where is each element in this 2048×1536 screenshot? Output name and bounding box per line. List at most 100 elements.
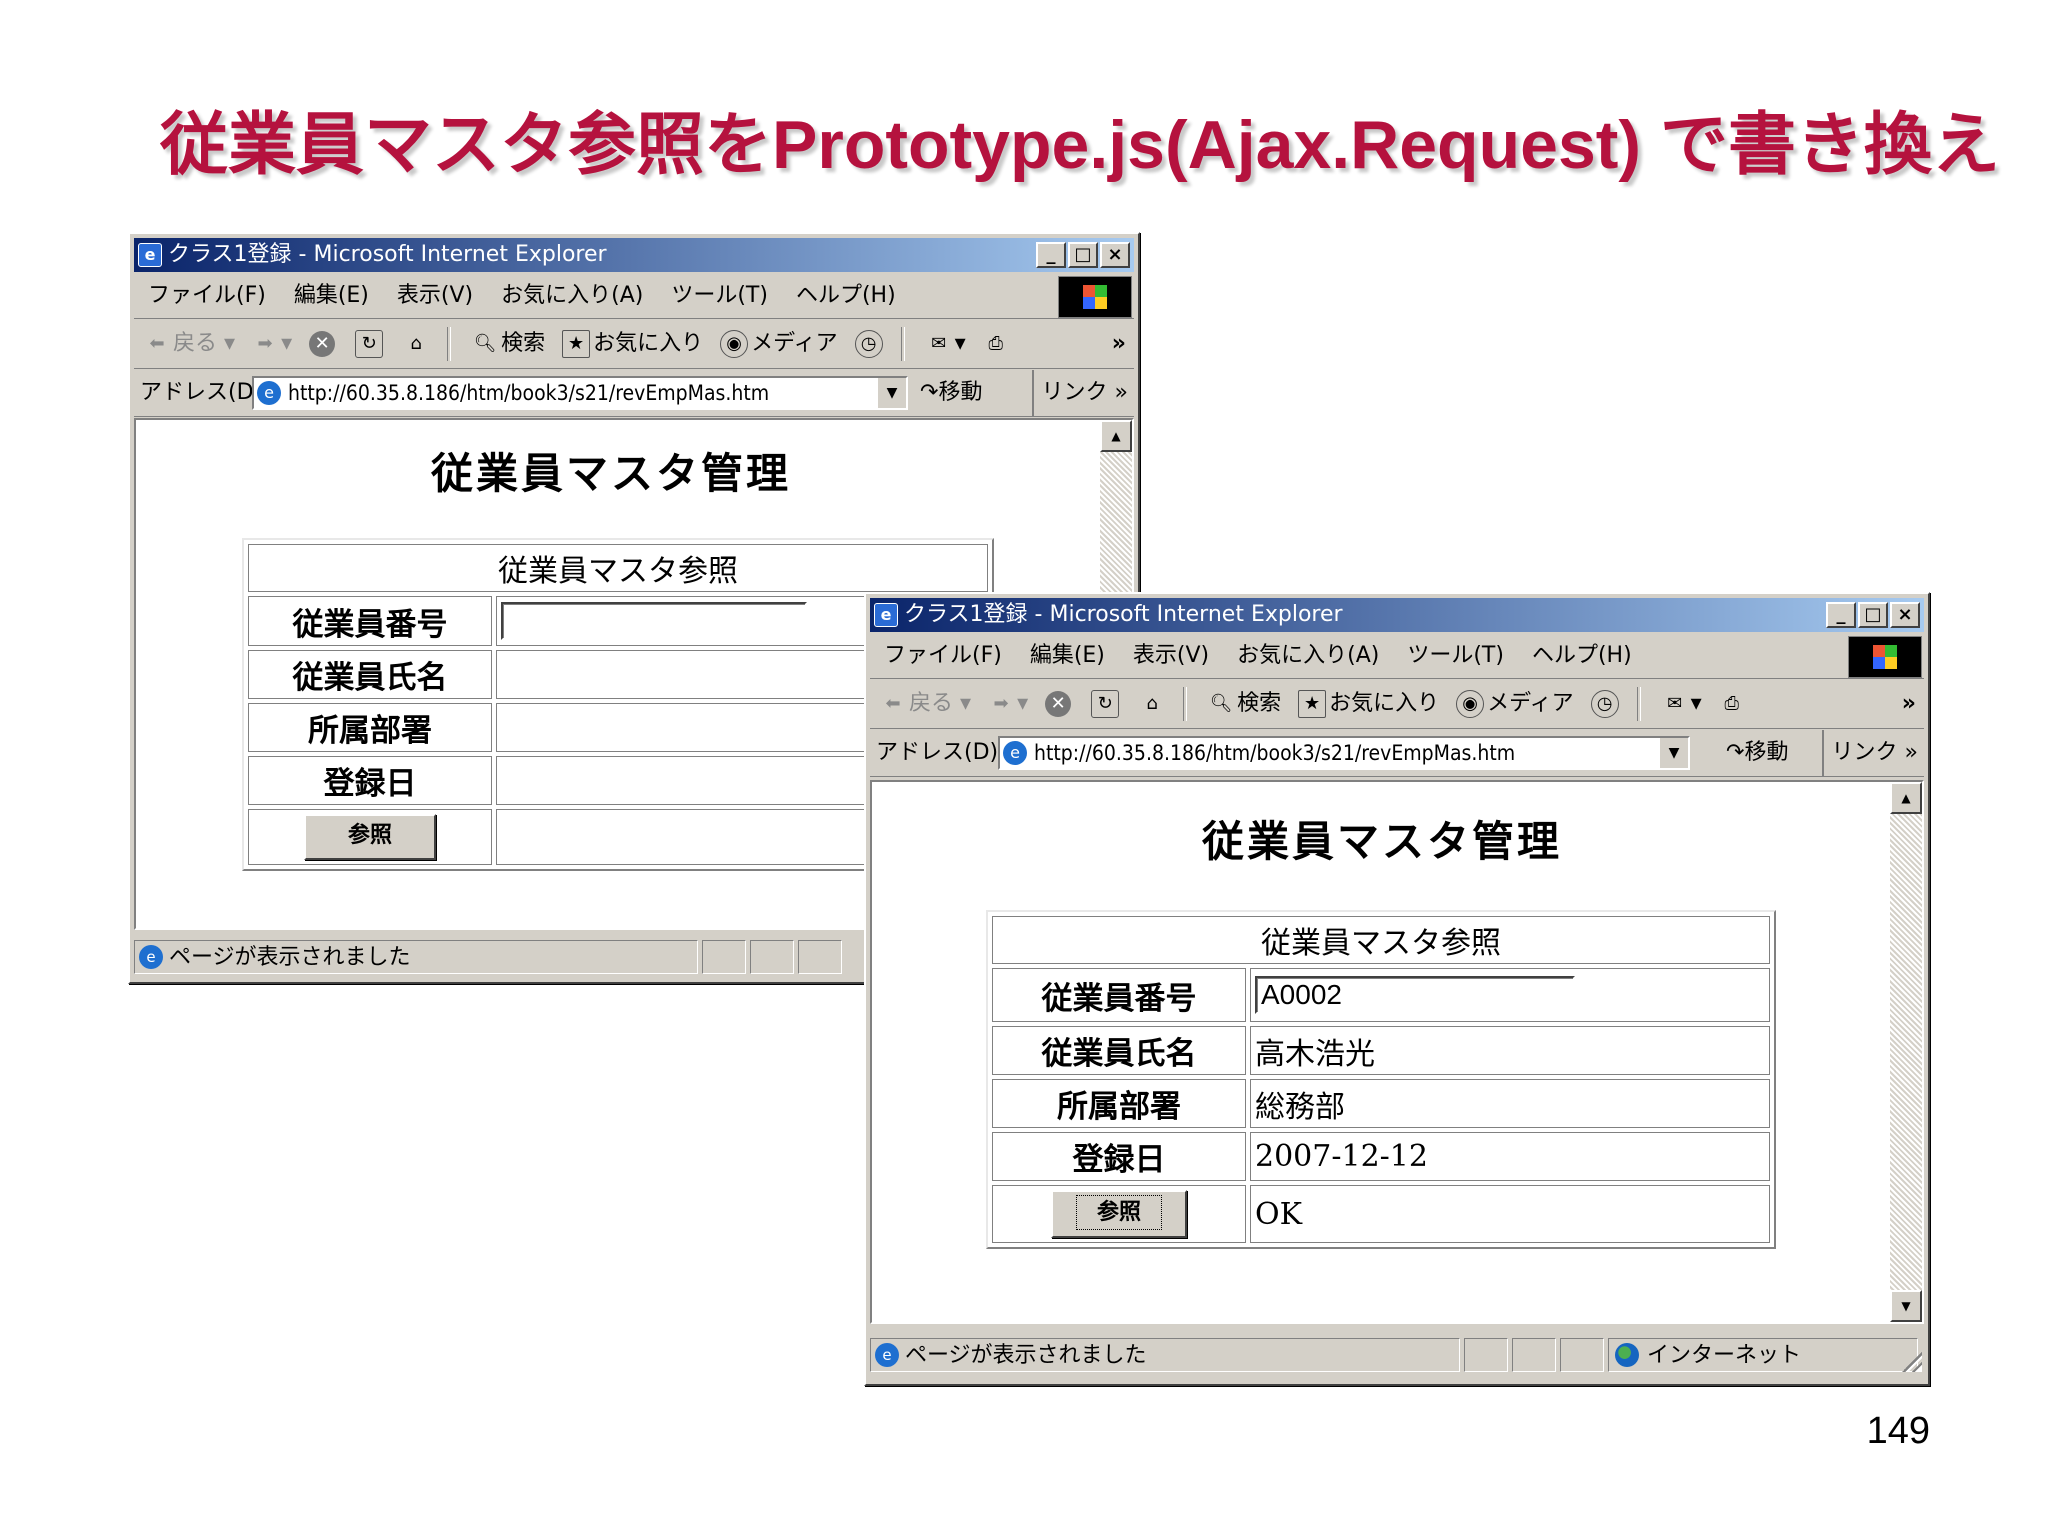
menu-tools[interactable]: ツール(T) — [671, 274, 768, 318]
reference-button[interactable]: 参照 — [304, 814, 436, 860]
window-controls: _ □ × — [1034, 242, 1130, 270]
mail-button[interactable]: ✉ ▾ — [926, 320, 966, 368]
search-button[interactable]: 🔍︎ 検索 — [472, 320, 545, 368]
links-button[interactable]: リンク » — [1031, 370, 1128, 416]
toolbar-more-chevron[interactable]: » — [1902, 680, 1916, 728]
menu-help[interactable]: ヘルプ(H) — [1532, 634, 1632, 678]
button-cell: 参照 — [992, 1185, 1246, 1243]
print-button[interactable]: ⎙ — [1719, 680, 1748, 728]
windows-logo-icon — [1058, 276, 1132, 318]
minimize-button[interactable]: _ — [1826, 602, 1856, 628]
reference-button[interactable]: 参照 — [1051, 1190, 1187, 1238]
employee-table: 従業員マスタ参照 従業員番号 A0002 従業員氏名 高木浩光 所属部署 総務部… — [986, 910, 1776, 1249]
status-text: ページが表示されました — [905, 1343, 1147, 1368]
favorites-button[interactable]: ★ お気に入り — [1298, 680, 1439, 728]
address-url: http://60.35.8.186/htm/book3/s21/revEmpM… — [1034, 741, 1516, 765]
resize-grip-icon[interactable] — [1902, 1352, 1922, 1372]
status-text-panel: e ページが表示されました — [134, 940, 698, 974]
history-button[interactable]: ◷ — [1590, 680, 1622, 728]
globe-icon — [1615, 1343, 1639, 1367]
maximize-button[interactable]: □ — [1858, 602, 1888, 628]
window-title: クラス1登録 - Microsoft Internet Explorer — [904, 602, 1343, 627]
scroll-up-icon[interactable]: ▲ — [1890, 782, 1922, 814]
toolbar-separator — [1636, 687, 1641, 721]
menu-view[interactable]: 表示(V) — [397, 274, 473, 318]
address-dropdown-icon[interactable]: ▼ — [1658, 738, 1688, 768]
label-employee-number: 従業員番号 — [992, 968, 1246, 1022]
menu-file[interactable]: ファイル(F) — [884, 634, 1002, 678]
forward-button[interactable]: ➡ ▾ — [252, 320, 293, 368]
home-icon: ⌂ — [410, 333, 422, 354]
back-button[interactable]: ⬅ 戻る ▾ — [880, 680, 971, 728]
page-icon: e — [257, 381, 281, 405]
employee-number-input[interactable] — [501, 602, 807, 640]
maximize-button[interactable]: □ — [1068, 242, 1098, 268]
favorites-button[interactable]: ★ お気に入り — [562, 320, 703, 368]
page-heading: 従業員マスタ管理 — [1201, 817, 1562, 866]
stop-icon: ✕ — [1045, 691, 1072, 717]
title-bar[interactable]: e クラス1登録 - Microsoft Internet Explorer _… — [870, 598, 1924, 632]
refresh-button[interactable]: ↻ — [355, 320, 386, 368]
vertical-scrollbar[interactable]: ▲ ▼ — [1890, 782, 1922, 1322]
search-icon: 🔍︎ — [473, 333, 497, 354]
page-heading: 従業員マスタ管理 — [430, 449, 791, 498]
go-button[interactable]: ↷移動 — [1726, 730, 1788, 776]
label-employee-name: 従業員氏名 — [248, 650, 492, 699]
address-input[interactable]: e http://60.35.8.186/htm/book3/s21/revEm… — [252, 376, 908, 410]
scroll-down-icon[interactable]: ▼ — [1890, 1290, 1922, 1322]
search-button[interactable]: 🔍︎ 検索 — [1208, 680, 1281, 728]
address-label: アドレス(D) — [140, 380, 263, 405]
history-icon: ◷ — [854, 330, 883, 358]
address-dropdown-icon[interactable]: ▼ — [876, 378, 906, 408]
forward-arrow-icon: ➡ — [257, 333, 273, 354]
label-registration-date: 登録日 — [248, 756, 492, 805]
employee-name-value: 高木浩光 — [1250, 1026, 1770, 1075]
status-panel — [1560, 1338, 1604, 1372]
toolbar-separator — [447, 327, 452, 361]
address-bar: アドレス(D) e http://60.35.8.186/htm/book3/s… — [134, 370, 1134, 417]
media-button[interactable]: ◉ メディア — [1456, 680, 1574, 728]
home-icon: ⌂ — [1146, 693, 1158, 714]
employee-number-input[interactable]: A0002 — [1255, 976, 1575, 1014]
print-button[interactable]: ⎙ — [983, 320, 1012, 368]
home-button[interactable]: ⌂ — [403, 320, 432, 368]
minimize-button[interactable]: _ — [1036, 242, 1066, 268]
mail-button[interactable]: ✉ ▾ — [1662, 680, 1702, 728]
close-button[interactable]: × — [1100, 242, 1130, 268]
menu-help[interactable]: ヘルプ(H) — [796, 274, 896, 318]
ie-app-icon: e — [138, 243, 162, 267]
history-button[interactable]: ◷ — [854, 320, 886, 368]
favorites-icon: ★ — [562, 330, 591, 358]
menu-view[interactable]: 表示(V) — [1133, 634, 1209, 678]
menu-edit[interactable]: 編集(E) — [1030, 634, 1105, 678]
links-button[interactable]: リンク » — [1821, 730, 1918, 776]
go-arrow-icon: ↷ — [1726, 740, 1745, 765]
toolbar-separator — [1183, 687, 1188, 721]
go-arrow-icon: ↷ — [920, 380, 939, 405]
menu-favorites[interactable]: お気に入り(A) — [1237, 634, 1379, 678]
home-button[interactable]: ⌂ — [1139, 680, 1168, 728]
stop-button[interactable]: ✕ — [1045, 680, 1074, 728]
menu-edit[interactable]: 編集(E) — [294, 274, 369, 318]
refresh-icon: ↻ — [1091, 690, 1120, 718]
forward-button[interactable]: ➡ ▾ — [988, 680, 1029, 728]
scroll-up-icon[interactable]: ▲ — [1100, 420, 1132, 452]
back-button[interactable]: ⬅ 戻る ▾ — [144, 320, 235, 368]
media-button[interactable]: ◉ メディア — [720, 320, 838, 368]
reference-button-label: 参照 — [1075, 1195, 1163, 1230]
menu-bar: ファイル(F) 編集(E) 表示(V) お気に入り(A) ツール(T) ヘルプ(H) — [870, 634, 1924, 679]
address-input[interactable]: e http://60.35.8.186/htm/book3/s21/revEm… — [998, 736, 1690, 770]
refresh-button[interactable]: ↻ — [1091, 680, 1122, 728]
toolbar-more-chevron[interactable]: » — [1112, 320, 1126, 368]
label-employee-name: 従業員氏名 — [992, 1026, 1246, 1075]
stop-button[interactable]: ✕ — [309, 320, 338, 368]
close-button[interactable]: × — [1890, 602, 1920, 628]
window-controls: _ □ × — [1824, 602, 1920, 630]
menu-tools[interactable]: ツール(T) — [1407, 634, 1504, 678]
label-registration-date: 登録日 — [992, 1132, 1246, 1181]
menu-file[interactable]: ファイル(F) — [148, 274, 266, 318]
menu-favorites[interactable]: お気に入り(A) — [501, 274, 643, 318]
go-button[interactable]: ↷移動 — [920, 370, 982, 416]
standard-toolbar: ⬅ 戻る ▾ ➡ ▾ ✕ ↻ ⌂ 🔍︎ 検索 ★ お気に入り ◉ メディア ◷ ✉ ▾ ⎙ … — [134, 320, 1134, 369]
title-bar[interactable]: e クラス1登録 - Microsoft Internet Explorer _… — [134, 238, 1134, 272]
